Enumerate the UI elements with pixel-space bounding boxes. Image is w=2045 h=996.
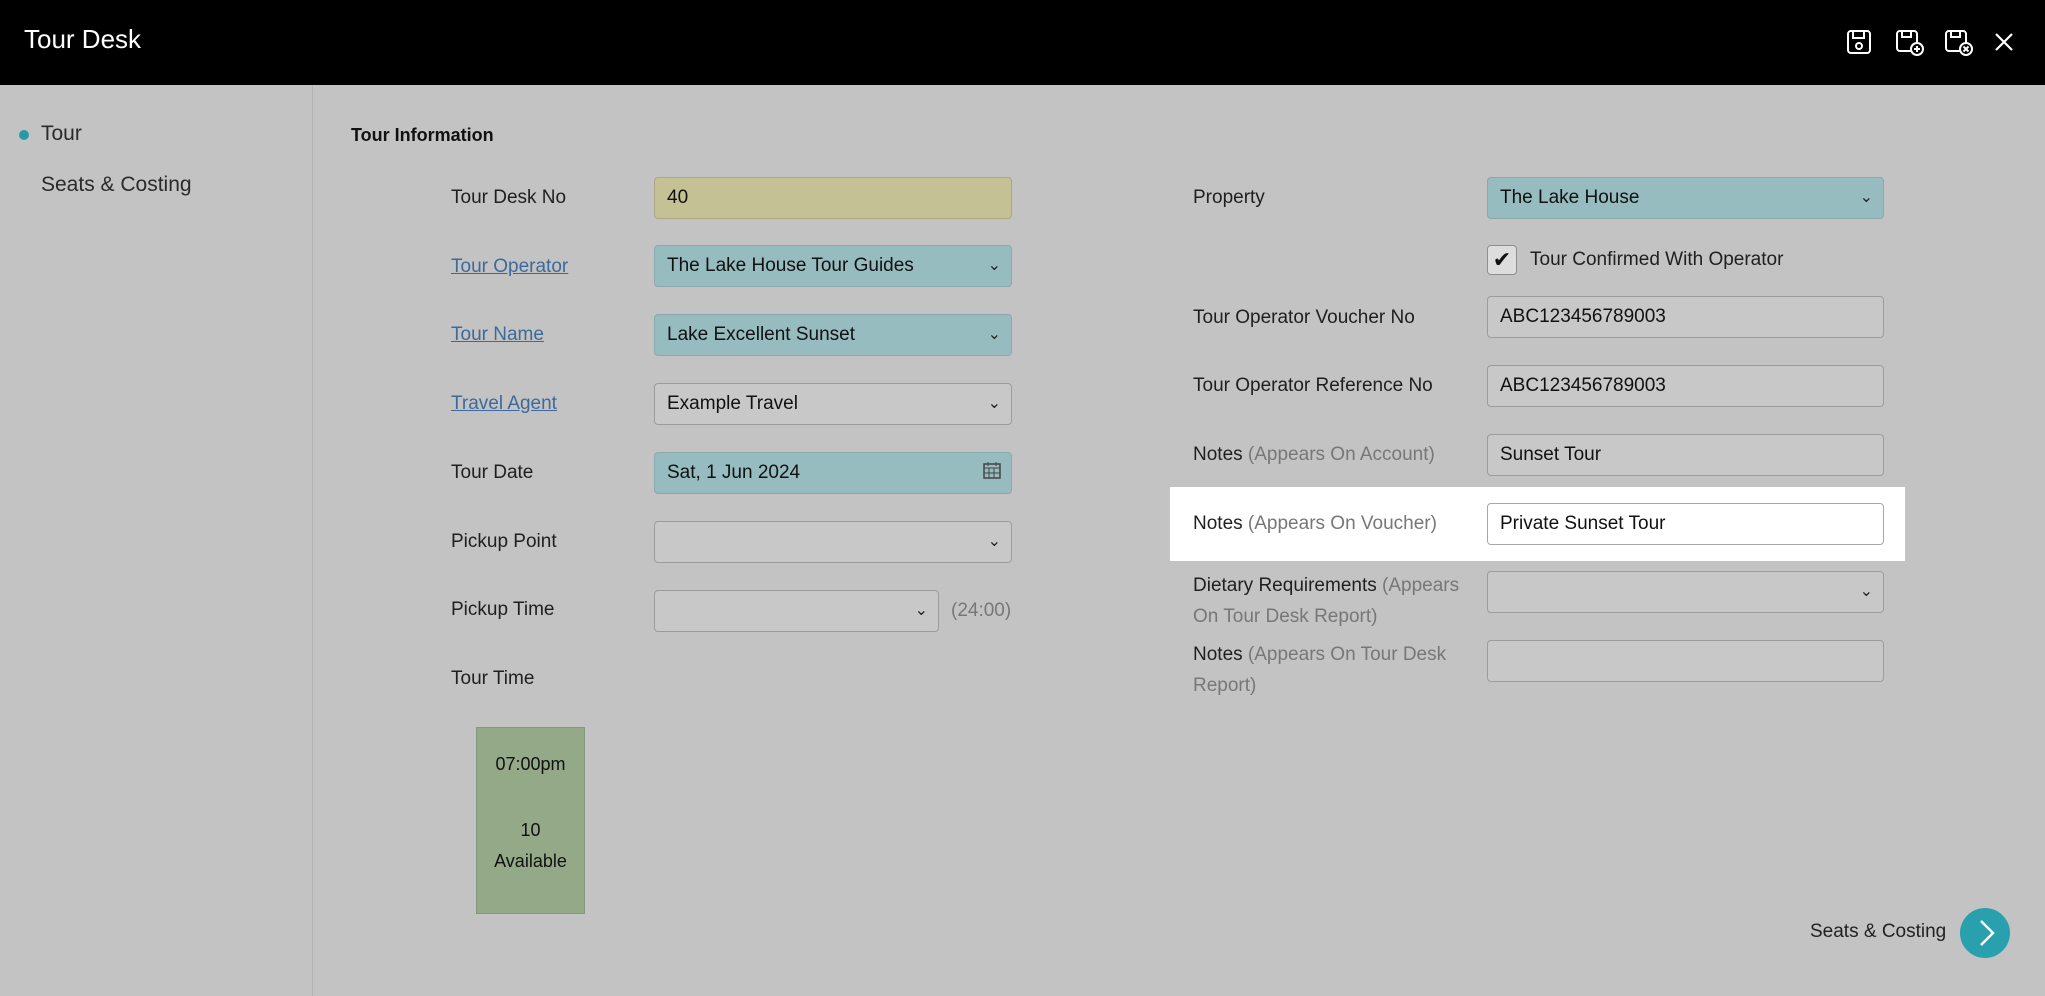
title-bar: Tour Desk	[0, 0, 2045, 85]
tour-operator-link[interactable]: Tour Operator	[451, 256, 568, 278]
calendar-icon[interactable]	[983, 455, 1001, 493]
slot-status: Available	[494, 851, 567, 871]
chevron-down-icon: ⌄	[1859, 189, 1873, 206]
active-indicator-dot	[19, 130, 29, 140]
tour-desk-no-field[interactable]: 40	[654, 177, 1012, 219]
chevron-down-icon: ⌄	[987, 533, 1001, 550]
notes-report-label-text: Notes	[1193, 644, 1243, 665]
save-and-new-icon[interactable]	[1893, 26, 1925, 58]
tour-date-value: Sat, 1 Jun 2024	[667, 462, 801, 483]
notes-account-label: Notes (Appears On Account)	[1193, 444, 1435, 466]
sidebar-item-tour[interactable]: Tour	[41, 122, 82, 146]
notes-voucher-hint: (Appears On Voucher)	[1247, 513, 1437, 534]
property-label: Property	[1193, 187, 1265, 208]
chevron-down-icon: ⌄	[987, 326, 1001, 343]
chevron-down-icon: ⌄	[987, 257, 1001, 274]
tour-date-label: Tour Date	[451, 462, 534, 483]
save-and-close-icon[interactable]	[1942, 26, 1974, 58]
pickup-time-label: Pickup Time	[451, 599, 555, 620]
chevron-down-icon: ⌄	[914, 602, 928, 619]
pickup-point-label: Pickup Point	[451, 531, 557, 552]
notes-account-hint: (Appears On Account)	[1247, 444, 1435, 465]
tour-name-select[interactable]: Lake Excellent Sunset ⌄	[654, 314, 1012, 356]
sidebar	[0, 85, 313, 996]
travel-agent-value: Example Travel	[667, 393, 798, 414]
checkmark-icon: ✔	[1492, 247, 1512, 272]
tour-name-value: Lake Excellent Sunset	[667, 324, 856, 345]
app-title: Tour Desk	[24, 24, 142, 54]
slot-count: 10	[520, 820, 541, 840]
dietary-label-text: Dietary Requirements	[1193, 575, 1377, 596]
property-value: The Lake House	[1500, 187, 1640, 208]
save-icon[interactable]	[1843, 26, 1875, 58]
reference-no-label: Tour Operator Reference No	[1193, 375, 1433, 396]
tour-operator-select[interactable]: The Lake House Tour Guides ⌄	[654, 245, 1012, 287]
pickup-time-select[interactable]: ⌄	[654, 590, 939, 632]
sidebar-item-seats-costing[interactable]: Seats & Costing	[41, 173, 192, 197]
notes-account-label-text: Notes	[1193, 444, 1243, 465]
slot-time: 07:00pm	[495, 754, 566, 774]
next-step-button[interactable]	[1960, 908, 2010, 958]
close-icon[interactable]	[1988, 26, 2020, 58]
tour-date-field[interactable]: Sat, 1 Jun 2024	[654, 452, 1012, 494]
chevron-down-icon: ⌄	[987, 395, 1001, 412]
dietary-select[interactable]: ⌄	[1487, 571, 1884, 613]
tour-operator-value: The Lake House Tour Guides	[667, 255, 914, 276]
travel-agent-link[interactable]: Travel Agent	[451, 393, 557, 415]
notes-account-field[interactable]: Sunset Tour	[1487, 434, 1884, 476]
next-step-label[interactable]: Seats & Costing	[1810, 921, 1946, 943]
notes-report-field[interactable]	[1487, 640, 1884, 682]
voucher-no-field[interactable]: ABC123456789003	[1487, 296, 1884, 338]
voucher-no-label: Tour Operator Voucher No	[1193, 307, 1415, 328]
tour-time-slot[interactable]: 07:00pm 10 Available	[476, 727, 585, 914]
notes-voucher-label-text: Notes	[1193, 513, 1243, 534]
notes-voucher-label: Notes (Appears On Voucher)	[1193, 513, 1437, 535]
chevron-right-icon	[1980, 920, 1995, 946]
tour-confirmed-checkbox[interactable]: ✔	[1487, 245, 1517, 275]
chevron-down-icon: ⌄	[1859, 583, 1873, 600]
tour-time-label: Tour Time	[451, 668, 535, 689]
notes-report-label: Notes (Appears On Tour Desk Report)	[1193, 639, 1483, 701]
travel-agent-select[interactable]: Example Travel ⌄	[654, 383, 1012, 425]
tour-confirmed-label: Tour Confirmed With Operator	[1530, 249, 1784, 270]
section-title: Tour Information	[351, 125, 494, 145]
tour-desk-no-label: Tour Desk No	[451, 187, 567, 208]
pickup-point-select[interactable]: ⌄	[654, 521, 1012, 563]
dietary-label: Dietary Requirements (Appears On Tour De…	[1193, 570, 1483, 632]
property-select[interactable]: The Lake House ⌄	[1487, 177, 1884, 219]
pickup-time-format-hint: (24:00)	[951, 600, 1012, 621]
reference-no-field[interactable]: ABC123456789003	[1487, 365, 1884, 407]
notes-voucher-field[interactable]: Private Sunset Tour	[1487, 503, 1884, 545]
tour-name-link[interactable]: Tour Name	[451, 324, 544, 346]
